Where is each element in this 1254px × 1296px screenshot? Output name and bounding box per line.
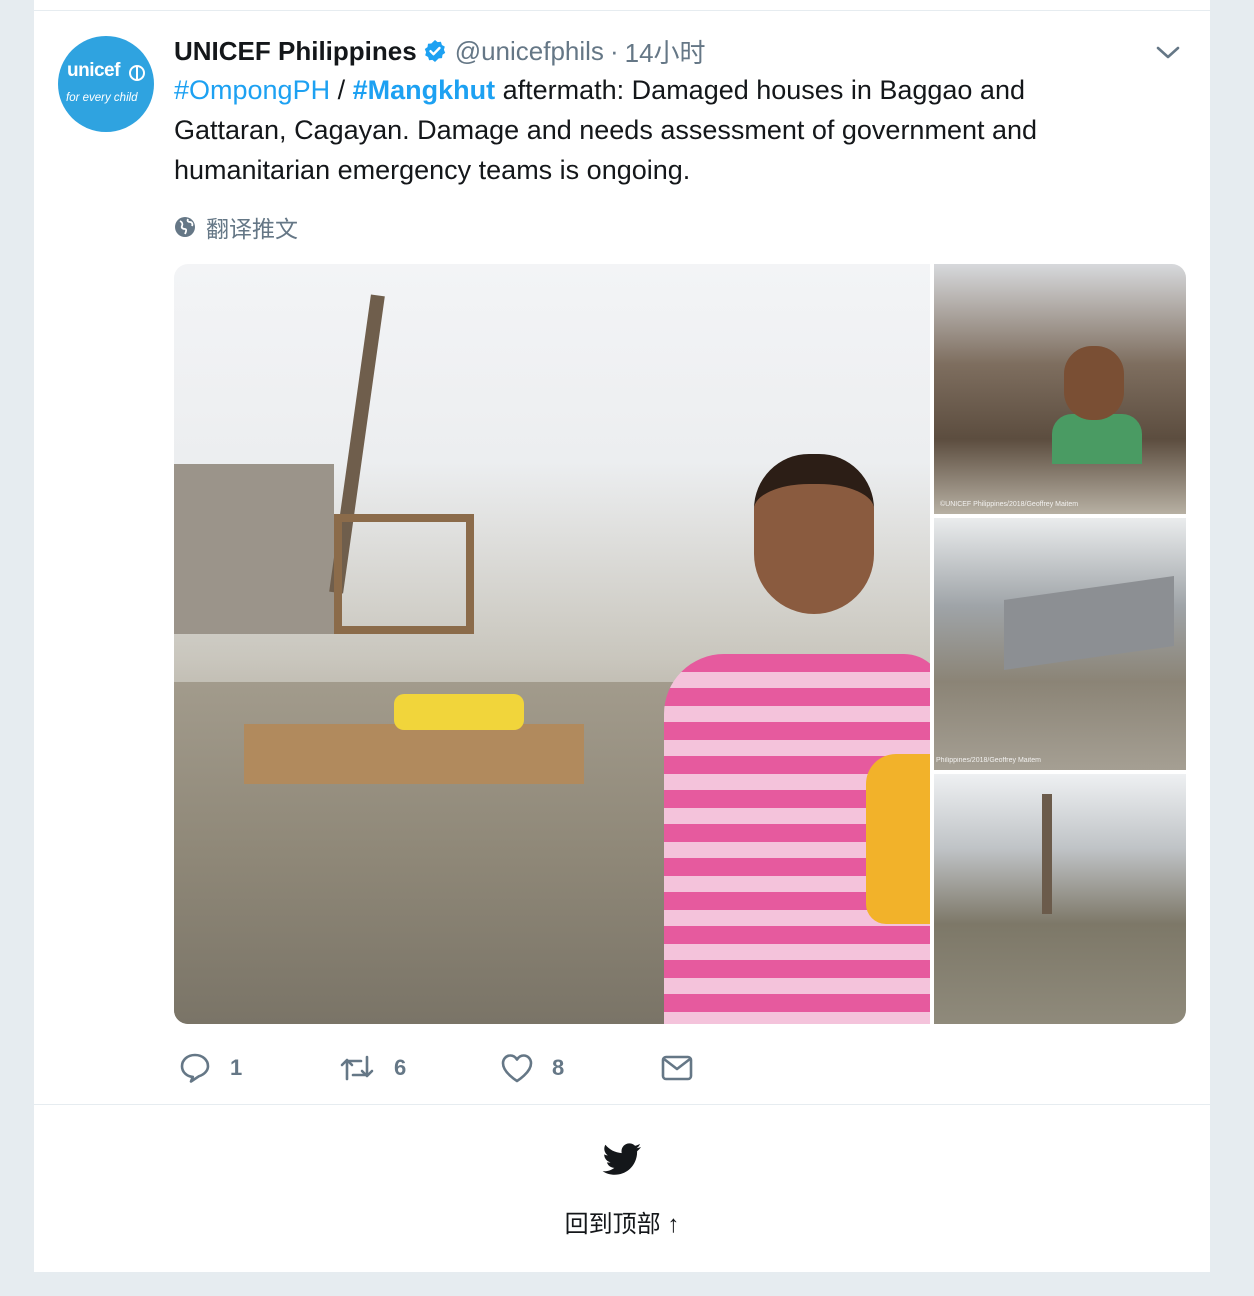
globe-icon [175,217,195,237]
back-to-top-link[interactable]: 回到顶部 ↑ [34,1204,1210,1239]
twitter-bird-icon [602,1143,641,1175]
reply-button[interactable]: 1 [178,1051,338,1085]
timestamp[interactable]: 14小时 [625,33,706,70]
tweet-header: UNICEF Philippines @unicefphils · 14小时 [174,34,706,68]
photo-side-3[interactable] [934,774,1186,1024]
hashtag-link[interactable]: #OmpongPH [174,75,330,105]
photo-boy-shirt [1052,414,1142,464]
direct-message-button[interactable] [660,1053,712,1083]
tweet-actions: 1 6 8 [178,1048,712,1088]
tweet-card: unicef for every child UNICEF Philippine… [34,0,1210,1272]
tweet-text: #OmpongPH / #Mangkhut aftermath: Damaged… [174,70,1134,190]
divider [34,10,1210,11]
divider [34,1104,1210,1105]
photo-wall [174,464,334,634]
separator-dot: · [609,35,619,66]
hashtag-link[interactable]: #Mangkhut [353,75,496,105]
user-handle[interactable]: @unicefphils [455,36,604,67]
photo-woman [644,454,930,1024]
photo-platform [244,724,584,784]
photo-tarp [394,694,524,730]
retweet-count: 6 [394,1055,407,1080]
verified-badge-icon [424,40,445,62]
photo-tree [1042,794,1052,914]
photo-watermark: ©UNICEF Philippines/2018/Geoffrey Maitem [940,501,1079,508]
retweet-icon [340,1055,374,1081]
like-count: 8 [552,1055,565,1080]
translate-label: 翻译推文 [206,216,298,242]
retweet-button[interactable]: 6 [338,1051,500,1085]
photo-shelf [334,514,474,634]
chevron-down-icon[interactable] [1154,40,1182,64]
photo-roof [1004,576,1174,670]
display-name[interactable]: UNICEF Philippines [174,36,417,67]
photo-boy [1064,346,1124,420]
photo-main[interactable] [174,264,930,1024]
envelope-icon [661,1055,693,1081]
like-button[interactable]: 8 [500,1052,660,1084]
photo-watermark: Philippines/2018/Geoffrey Maitem [936,757,1041,764]
photo-grid: ©UNICEF Philippines/2018/Geoffrey Maitem… [174,264,1186,1024]
reply-icon [180,1053,210,1083]
avatar[interactable]: unicef for every child [58,36,154,132]
heart-icon [501,1054,533,1083]
photo-child [866,754,930,924]
photo-side-2[interactable]: Philippines/2018/Geoffrey Maitem [934,518,1186,770]
unicef-globe-icon [129,65,145,81]
photo-woman-head [754,454,874,614]
avatar-tagline: for every child [66,92,138,104]
photo-side-1[interactable]: ©UNICEF Philippines/2018/Geoffrey Maitem [934,264,1186,514]
text-separator: / [330,75,353,105]
avatar-brand-text: unicef [67,60,120,81]
translate-tweet-link[interactable]: 翻译推文 [174,210,298,244]
reply-count: 1 [230,1055,243,1080]
